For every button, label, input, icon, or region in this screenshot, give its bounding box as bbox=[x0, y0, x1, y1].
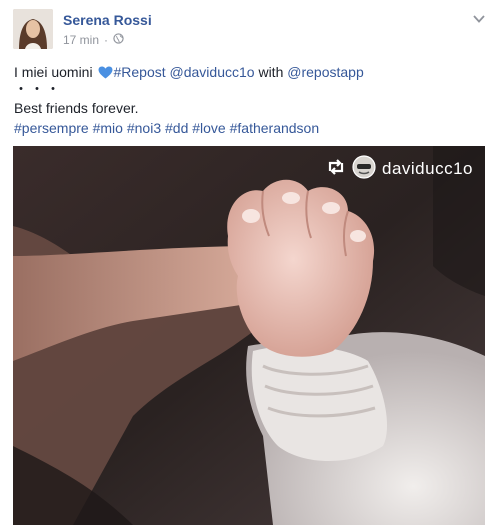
post-meta: 17 min · bbox=[63, 33, 124, 47]
watermark-username: daviducc1o bbox=[381, 159, 473, 178]
hashtag-mio[interactable]: #mio bbox=[93, 120, 123, 136]
hashtag-fatherandson[interactable]: #fatherandson bbox=[230, 120, 320, 136]
hashtag-love[interactable]: #love bbox=[192, 120, 225, 136]
repost-watermark: daviducc1o bbox=[326, 154, 473, 184]
post-text-line-1: I miei uomini #Repost @daviducc1o with @… bbox=[14, 63, 364, 81]
hashtag-dd[interactable]: #dd bbox=[165, 120, 188, 136]
hashtag-row: #persempre #mio #noi3 #dd #love #fathera… bbox=[14, 119, 319, 137]
post-text-line-3: Best friends forever. bbox=[14, 100, 139, 116]
post-text-dots: ・・・ bbox=[14, 81, 62, 97]
post-photo[interactable]: daviducc1o bbox=[13, 146, 485, 525]
repost-icon bbox=[326, 158, 346, 180]
avatar[interactable] bbox=[13, 9, 53, 49]
text-with: with bbox=[254, 64, 288, 80]
hashtag-persempre[interactable]: #persempre bbox=[14, 120, 89, 136]
post-time[interactable]: 17 min bbox=[63, 33, 99, 47]
author-name[interactable]: Serena Rossi bbox=[63, 12, 152, 28]
chevron-down-icon[interactable] bbox=[472, 12, 486, 24]
globe-icon[interactable] bbox=[113, 33, 124, 47]
watermark-avatar bbox=[352, 154, 376, 184]
facebook-post: Serena Rossi 17 min · I miei uomini #Rep… bbox=[0, 0, 498, 525]
text-prefix: I miei uomini bbox=[14, 64, 97, 80]
hashtag-repost[interactable]: #Repost bbox=[113, 64, 165, 80]
hashtag-noi3[interactable]: #noi3 bbox=[127, 120, 161, 136]
meta-separator: · bbox=[104, 33, 109, 47]
mention-repostapp[interactable]: @repostapp bbox=[287, 64, 363, 80]
blue-heart-icon bbox=[98, 65, 113, 79]
photo-illustration bbox=[13, 146, 485, 525]
mention-daviducc1o[interactable]: @daviducc1o bbox=[170, 64, 255, 80]
